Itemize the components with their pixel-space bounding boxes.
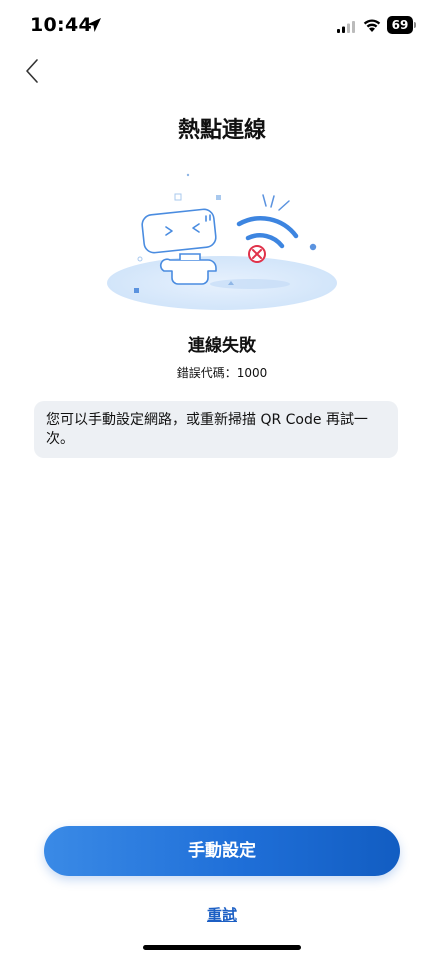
page-title: 熱點連線: [177, 118, 266, 143]
back-button[interactable]: [18, 56, 48, 86]
retry-link[interactable]: 重試: [0, 904, 444, 925]
screen: 10:44 69 熱點連線 連線失敗 錯誤代碼：1000 您可以手動設定網路，或…: [0, 0, 444, 960]
battery-level: 69: [387, 16, 413, 34]
wifi-icon: [363, 19, 381, 32]
manual-setup-button[interactable]: 手動設定: [44, 826, 400, 876]
battery-indicator: 69: [387, 16, 417, 34]
info-message-box: 您可以手動設定網路，或重新掃描 QR Code 再試一次。: [34, 401, 398, 458]
error-code: 錯誤代碼：1000: [176, 366, 268, 380]
home-indicator: [143, 945, 301, 950]
battery-cap: [414, 22, 416, 28]
status-bar: 10:44 69: [0, 0, 444, 54]
status-time: 10:44: [30, 14, 92, 36]
status-heading: 連線失敗: [188, 336, 256, 356]
connection-failed-illustration: [107, 173, 337, 310]
location-arrow-icon: [87, 18, 101, 32]
cellular-signal-icon: [337, 21, 355, 33]
